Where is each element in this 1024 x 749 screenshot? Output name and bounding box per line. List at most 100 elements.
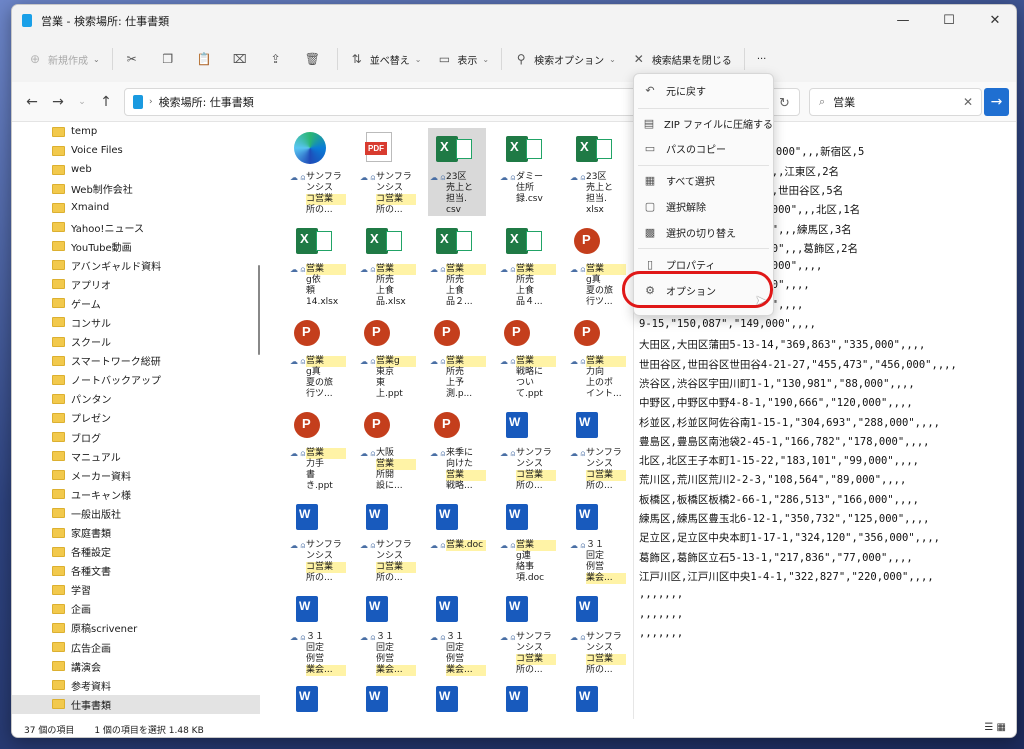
sidebar-item[interactable]: 仕事書類 [12, 694, 260, 714]
sidebar-item[interactable]: ノートバックアップ [12, 370, 260, 389]
file-item[interactable]: ☁ ⍝営業所売上食品２... [428, 220, 486, 308]
sidebar-item[interactable]: 一般出版社 [12, 504, 260, 523]
sidebar-item[interactable]: ゲーム [12, 294, 260, 313]
select-all-item[interactable]: ▦ すべて選択 [634, 167, 773, 193]
copy-path-item[interactable]: ▭ パスのコピー [634, 135, 773, 161]
file-item[interactable]: ☁ ⍝営業g真夏の旅行ツ... [568, 220, 626, 308]
search-go-button[interactable]: → [984, 88, 1009, 116]
file-item[interactable]: ☁ ⍝サンフランシスコ営業所の... [358, 128, 416, 216]
file-item[interactable]: ☁ ⍝ダミー住所録.csv [498, 128, 556, 216]
file-item[interactable]: ☁ ⍝サンフランシスコ営業所の... [498, 404, 556, 492]
file-item[interactable]: ☁ ⍝３１回定例営業会... [288, 588, 346, 676]
back-arrow-icon[interactable]: ← [22, 92, 42, 112]
zip-item[interactable]: ▤ ZIP ファイルに圧縮する [634, 110, 773, 136]
file-item[interactable]: ☁ ⍝サンフランシスコ営業所の... [498, 588, 556, 676]
file-item[interactable]: ☁ ⍝営業力手書き.ppt [288, 404, 346, 492]
file-item[interactable]: ☁ ⍝サンフランシスコ営業所の... [288, 128, 346, 216]
file-item[interactable]: ☁ ⍝営業g東京東上.ppt [358, 312, 416, 400]
maximize-button[interactable]: ☐ [926, 5, 972, 36]
select-none-item[interactable]: ▢ 選択解除 [634, 193, 773, 219]
refresh-icon[interactable]: ↻ [779, 96, 790, 111]
sidebar-item[interactable]: スマートワーク総研 [12, 351, 260, 370]
file-item[interactable]: ☁ ⍝営業 [568, 678, 626, 719]
close-button[interactable]: ✕ [972, 5, 1016, 36]
sidebar-item[interactable]: 各種文書 [12, 561, 260, 580]
file-item[interactable]: ☁ ⍝３１回定例営業会... [358, 588, 416, 676]
file-item[interactable]: ☁ ⍝営業 [498, 678, 556, 719]
file-item[interactable]: ☁ ⍝３１回定例営業会... [568, 496, 626, 584]
search-input[interactable]: ⌕ 営業 ✕ [809, 88, 982, 116]
sidebar-item[interactable]: 各種設定 [12, 542, 260, 561]
sidebar-item[interactable]: マニュアル [12, 447, 260, 466]
sidebar-item[interactable]: アバンギャルド資料 [12, 256, 260, 275]
file-item[interactable]: ☁ ⍝23区売上と担当.xlsx [568, 128, 626, 216]
sidebar-item[interactable]: Voice Files [12, 141, 260, 160]
file-item[interactable]: ☁ ⍝大阪営業所開設に... [358, 404, 416, 492]
paste-button[interactable]: 📋 [189, 44, 225, 74]
sidebar-item[interactable]: アプリオ [12, 275, 260, 294]
share-button[interactable]: ⇪ [261, 44, 297, 74]
delete-button[interactable]: 🗑 [297, 44, 333, 74]
view-toggle[interactable]: ☰ ▦ [984, 722, 1006, 733]
forward-arrow-icon[interactable]: → [48, 92, 68, 112]
copy-button[interactable]: ❐ [153, 44, 189, 74]
undo-item[interactable]: ↶ 元に戻す [634, 77, 773, 103]
file-item[interactable]: ☁ ⍝サンフランシスコ営業所の... [568, 588, 626, 676]
up-arrow-icon[interactable]: ↑ [96, 92, 116, 112]
sidebar-item[interactable]: コンサル [12, 313, 260, 332]
file-item[interactable]: ☁ ⍝営業g真夏の旅行ツ... [288, 312, 346, 400]
file-item[interactable]: ☁ ⍝サンフランシスコ営業所の... [358, 496, 416, 584]
file-item[interactable]: ☁ ⍝３１回定例営業会... [428, 588, 486, 676]
file-item[interactable]: ☁ ⍝営業 [428, 678, 486, 719]
file-item[interactable]: ☁ ⍝営業所売上食品.xlsx [358, 220, 416, 308]
sidebar-item[interactable]: Web制作会社 [12, 179, 260, 198]
sidebar-item[interactable]: 広告企画 [12, 638, 260, 657]
sidebar-item[interactable]: YouTube動画 [12, 237, 260, 256]
sidebar-item[interactable]: ユーキャン様 [12, 485, 260, 504]
sidebar-item[interactable]: Yahoo!ニュース [12, 217, 260, 236]
search-options-button[interactable]: ⚲ 検索オプション ⌄ [506, 44, 624, 74]
sidebar-item[interactable]: 講演会 [12, 657, 260, 676]
sidebar-item[interactable]: プレゼン [12, 408, 260, 427]
sidebar-scrollbar[interactable] [258, 265, 260, 355]
file-item[interactable]: ☁ ⍝サンフランシスコ営業所の... [288, 496, 346, 584]
file-item[interactable]: ☁ ⍝営業g連絡事項.doc [498, 496, 556, 584]
close-search-button[interactable]: ✕ 検索結果を閉じる [624, 44, 740, 74]
file-item[interactable]: ☁ ⍝来季に向けた営業戦略... [428, 404, 486, 492]
file-item[interactable]: ☁ ⍝営業力向上のポイント... [568, 312, 626, 400]
sort-button[interactable]: ⇅ 並べ替え ⌄ [342, 44, 430, 74]
sidebar-item[interactable]: 学習 [12, 580, 260, 599]
rename-button[interactable]: ⌧ [225, 44, 261, 74]
sidebar-item[interactable]: 企画 [12, 599, 260, 618]
file-item[interactable]: ☁ ⍝営業所売上予測.p... [428, 312, 486, 400]
invert-selection-item[interactable]: ▩ 選択の切り替え [634, 219, 773, 245]
sidebar-item[interactable]: 参考資料 [12, 676, 260, 695]
cut-button[interactable]: ✂ [117, 44, 153, 74]
sidebar-item[interactable]: 家庭書類 [12, 523, 260, 542]
file-item[interactable]: ☁ ⍝営業 [358, 678, 416, 719]
file-item[interactable]: ☁ ⍝営業所売上食品４... [498, 220, 556, 308]
sidebar-item[interactable]: メーカー資料 [12, 466, 260, 485]
sidebar-item[interactable]: ブログ [12, 428, 260, 447]
search-icon: ⌕ [819, 95, 826, 108]
sidebar-item[interactable]: temp [12, 122, 260, 141]
file-item[interactable]: ☁ ⍝営業戦略について.ppt [498, 312, 556, 400]
new-button[interactable]: ⊕ 新規作成 ⌄ [20, 44, 108, 74]
recent-chevron-icon[interactable]: ⌄ [72, 92, 92, 112]
clear-search-icon[interactable]: ✕ [963, 95, 973, 109]
sidebar-item[interactable]: パンタン [12, 389, 260, 408]
file-item[interactable]: ☁ ⍝営業g依頼14.xlsx [288, 220, 346, 308]
more-button[interactable]: ··· [749, 44, 775, 74]
folder-icon [52, 432, 65, 443]
sidebar-item[interactable]: web [12, 160, 260, 179]
minimize-button[interactable]: — [880, 5, 926, 36]
file-item[interactable]: ☁ ⍝営業 [288, 678, 346, 719]
excel-file-icon [506, 136, 542, 162]
file-item[interactable]: ☁ ⍝営業.doc [428, 496, 486, 584]
sidebar-item[interactable]: Xmaind [12, 198, 260, 217]
file-item[interactable]: ☁ ⍝23区売上と担当.csv [428, 128, 486, 216]
sidebar-item[interactable]: スクール [12, 332, 260, 351]
view-button[interactable]: ▭ 表示 ⌄ [429, 44, 497, 74]
file-item[interactable]: ☁ ⍝サンフランシスコ営業所の... [568, 404, 626, 492]
sidebar-item[interactable]: 原稿scrivener [12, 618, 260, 637]
